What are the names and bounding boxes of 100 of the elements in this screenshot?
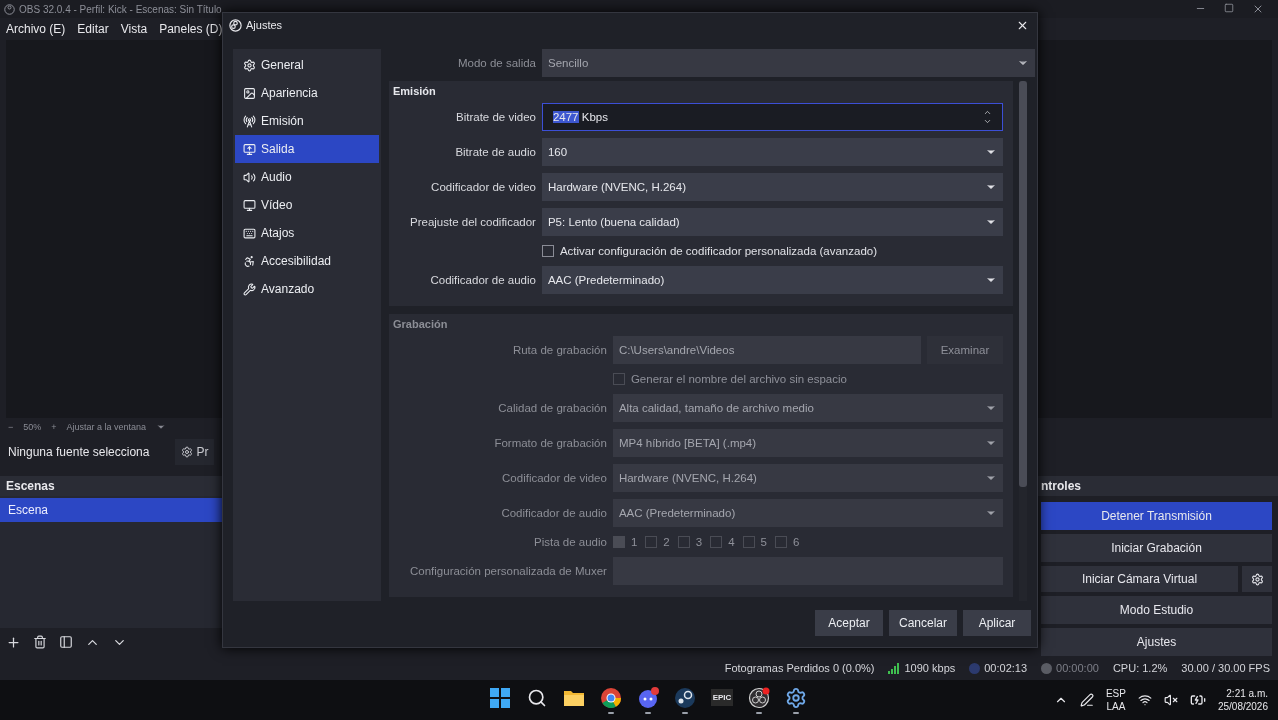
panel-title: ntroles [1041, 479, 1081, 493]
fps: 30.00 / 30.00 FPS [1181, 662, 1270, 674]
panel-title: Escenas [6, 479, 55, 493]
zoom-out-button[interactable]: − [8, 422, 14, 432]
antenna-icon [243, 114, 256, 128]
trash-icon[interactable] [33, 635, 47, 649]
wrench-icon [243, 282, 256, 296]
bitrate-field[interactable]: 2477 Kbps [541, 103, 1003, 131]
window-title: OBS 32.0.4 - Perfil: Kick - Escenas: Sin Título [19, 3, 222, 15]
field-label: Preajuste del codificador [409, 216, 536, 228]
filter-icon[interactable] [59, 635, 73, 649]
keyboard-layout[interactable]: LAA [1106, 700, 1126, 713]
dropdown[interactable]: Sencillo [542, 49, 1035, 77]
monitor-icon [243, 142, 256, 156]
keyboard-icon [243, 226, 256, 240]
control-button[interactable]: Modo Estudio [1041, 596, 1272, 624]
zoom-in-button[interactable]: + [51, 422, 57, 432]
gear-icon [181, 446, 194, 458]
dropdown[interactable]: AAC (Predeterminado) [541, 266, 1003, 294]
speaker-icon [243, 170, 256, 184]
fit-dropdown[interactable]: Ajustar a la ventana [66, 422, 147, 432]
menu-item[interactable]: Paneles (D) [159, 22, 223, 36]
field-label: Codificador de audio [429, 274, 536, 286]
clock-time[interactable]: 2:21 a.m. [1226, 687, 1268, 700]
wifi-icon[interactable] [1137, 693, 1152, 707]
source-status: Ninguna fuente selecciona [8, 445, 150, 459]
field-label: Codificador de video [501, 472, 607, 484]
control-button[interactable]: Iniciar Grabación [1041, 534, 1272, 562]
sidebar-item[interactable]: Audio [235, 163, 379, 191]
scrollbar[interactable] [1019, 81, 1027, 601]
menu-item[interactable]: Archivo (E) [6, 22, 66, 36]
checkbox-option[interactable]: Activar configuración de codificador personalizada (avanzado) [541, 243, 1003, 259]
dropdown[interactable]: 160 [541, 138, 1003, 166]
sidebar-item[interactable]: Emisión [235, 107, 379, 135]
dropdown[interactable]: P5: Lento (buena calidad) [541, 208, 1003, 236]
add-icon[interactable] [6, 634, 21, 650]
search-icon [527, 687, 547, 708]
control-button[interactable]: Detener Transmisión [1041, 502, 1272, 530]
zoom-level: 50% [23, 422, 42, 432]
checkbox[interactable] [541, 245, 554, 257]
menu-item[interactable]: Vista [120, 22, 148, 36]
dropdown[interactable]: Hardware (NVENC, H.264) [541, 173, 1003, 201]
gear-icon [785, 686, 807, 709]
clock-date[interactable]: 25/08/2026 [1217, 700, 1268, 713]
field-label: Configuración personalizada de Muxer [409, 565, 607, 577]
sidebar-item[interactable]: General [235, 51, 379, 79]
menu-item[interactable]: Editar [77, 22, 109, 36]
control-button[interactable]: Iniciar Cámara Virtual [1041, 566, 1238, 592]
steam-icon [674, 686, 696, 709]
dropped-frames: Fotogramas Perdidos 0 (0.0%) [724, 662, 875, 674]
obs-icon [748, 686, 770, 709]
group-title: Emisión [393, 85, 437, 97]
caret-icon [156, 422, 167, 432]
dialog-title: Ajustes [246, 19, 283, 31]
sidebar-item[interactable]: Vídeo [235, 191, 379, 219]
field-label: Bitrate de video [455, 111, 536, 123]
field-label: Bitrate de audio [454, 146, 536, 158]
field-label: Codificador de video [430, 181, 536, 193]
properties-button[interactable]: Pr [175, 439, 215, 465]
sidebar-item[interactable]: Accesibilidad [235, 247, 379, 275]
sidebar-item[interactable]: Atajos [235, 219, 379, 247]
signal-icon [888, 662, 901, 674]
maximize-icon[interactable] [1224, 3, 1234, 13]
record-time: 00:00:00 [1056, 662, 1099, 674]
field-label: Ruta de grabación [511, 344, 607, 356]
dialog-button[interactable]: Cancelar [888, 610, 957, 636]
monitor-icon [243, 198, 256, 212]
image-icon [243, 86, 256, 100]
dialog-button[interactable]: Aceptar [814, 610, 883, 636]
figure-icon [243, 254, 256, 268]
gear-icon [1250, 572, 1264, 586]
sidebar-item[interactable]: Avanzado [235, 275, 379, 303]
stream-time: 00:02:13 [984, 662, 1028, 674]
bitrate: 1090 kbps [904, 662, 956, 674]
field-label: Pista de audio [533, 536, 607, 548]
language[interactable]: ESP [1105, 687, 1126, 700]
cpu-usage: CPU: 1.2% [1112, 662, 1168, 674]
obs-icon [4, 3, 15, 15]
gear-icon [243, 58, 256, 72]
close-icon[interactable] [1252, 3, 1264, 15]
group-title: Grabación [393, 318, 449, 330]
scene-item[interactable]: Escena [0, 498, 225, 522]
pen-icon[interactable] [1079, 693, 1094, 707]
sidebar-item[interactable]: Apariencia [235, 79, 379, 107]
chat-app-icon [637, 686, 659, 709]
sidebar-item[interactable]: Salida [235, 135, 379, 163]
browser-icon [600, 686, 622, 709]
battery-icon[interactable] [1189, 692, 1206, 708]
obs-icon [229, 18, 242, 32]
windows-icon [489, 686, 511, 709]
control-button[interactable]: Ajustes [1041, 628, 1272, 656]
field-label: Formato de grabación [493, 437, 607, 449]
dialog-button[interactable]: Aplicar [963, 610, 1031, 636]
mute-icon[interactable] [1163, 693, 1178, 707]
field-label: Calidad de grabación [497, 402, 607, 414]
epic-logo: EPIC [710, 689, 734, 706]
field-label: Modo de salida [457, 57, 536, 69]
settings-button[interactable] [1242, 566, 1272, 592]
field-label: Codificador de audio [500, 507, 607, 519]
taskbar-button[interactable]: EPIC [708, 683, 736, 717]
